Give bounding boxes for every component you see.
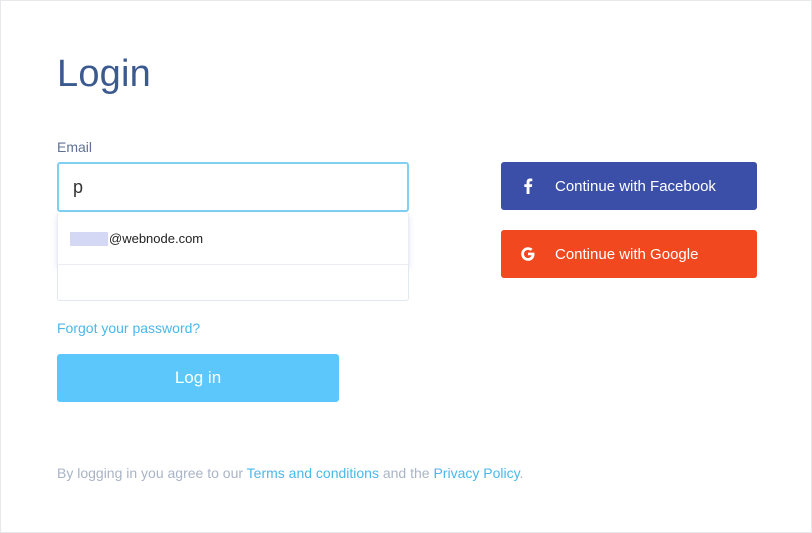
terms-suffix: . [519, 465, 524, 481]
login-button[interactable]: Log in [57, 354, 339, 402]
terms-prefix: By logging in you agree to our [57, 465, 247, 481]
terms-link[interactable]: Terms and conditions [247, 465, 379, 481]
forgot-password-link[interactable]: Forgot your password? [57, 320, 200, 336]
facebook-icon [501, 178, 555, 194]
google-login-button[interactable]: Continue with Google [501, 230, 757, 278]
facebook-button-label: Continue with Facebook [555, 177, 716, 195]
terms-notice: By logging in you agree to our Terms and… [57, 465, 523, 481]
facebook-login-button[interactable]: Continue with Facebook [501, 162, 757, 210]
google-icon [501, 246, 555, 262]
email-label: Email [57, 139, 93, 155]
page-title: Login [57, 53, 151, 95]
login-page: Login Email @webnode.com Forgot your pas… [0, 0, 812, 533]
privacy-policy-link[interactable]: Privacy Policy [433, 465, 519, 481]
autocomplete-domain: @webnode.com [109, 231, 204, 246]
redacted-username [70, 231, 108, 246]
google-button-label: Continue with Google [555, 245, 699, 263]
terms-middle: and the [378, 465, 434, 481]
email-input[interactable] [57, 162, 409, 212]
email-autocomplete-suggestion[interactable]: @webnode.com [57, 213, 409, 265]
password-input[interactable] [57, 265, 409, 301]
